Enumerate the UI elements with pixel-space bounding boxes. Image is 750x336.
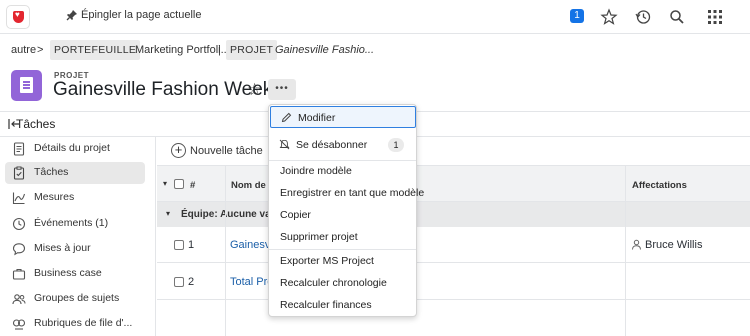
sidebar-item-project-details[interactable]: Détails du projet xyxy=(5,138,145,160)
column-header-number[interactable]: # xyxy=(190,180,195,191)
row-checkbox[interactable] xyxy=(174,277,184,287)
column-header-name[interactable]: Nom de l xyxy=(231,180,271,191)
menu-item-unsubscribe[interactable]: Se désabonner 1 xyxy=(269,134,416,156)
sidebar-item-label: Business case xyxy=(34,267,102,279)
tasks-bar-label: Tâches xyxy=(16,117,56,131)
sidebar-item-tasks[interactable]: Tâches xyxy=(5,162,145,184)
expand-caret-icon[interactable]: ▾ xyxy=(163,179,167,188)
clock-icon xyxy=(12,217,26,231)
column-header-assignments[interactable]: Affectations xyxy=(632,180,687,191)
favorite-star-icon[interactable]: ☆ xyxy=(247,80,262,100)
group-collapse-icon[interactable]: ▾ xyxy=(166,209,170,218)
menu-item-recalculate-finances[interactable]: Recalculer finances xyxy=(269,294,416,316)
document-icon xyxy=(13,142,25,156)
sidebar-item-label: Mises à jour xyxy=(34,242,91,254)
group-row[interactable]: ▾ Équipe: Aucune vale xyxy=(157,202,750,227)
top-bar: Épingler la page actuelle 1 xyxy=(0,0,750,34)
more-actions-menu: Modifier Se désabonner 1 Joindre modèle … xyxy=(268,104,424,317)
pin-label: Épingler la page actuelle xyxy=(81,9,202,21)
group-label: Équipe: Aucune vale xyxy=(181,209,279,220)
sidebar-item-events[interactable]: Événements (1) xyxy=(5,213,145,235)
table-header: ▾ # Nom de l Affectations xyxy=(157,165,750,202)
sidebar-item-metrics[interactable]: Mesures xyxy=(5,187,145,209)
menu-item-edit[interactable]: Modifier xyxy=(270,106,416,128)
queue-icon xyxy=(12,319,26,330)
table-row[interactable]: 1 Gainesvil Bruce Willis xyxy=(157,227,750,263)
portfolio-tag: PORTEFEUILLE xyxy=(50,40,141,60)
pin-icon xyxy=(66,10,77,21)
chart-icon xyxy=(12,192,26,205)
subscriber-count-badge: 1 xyxy=(388,138,404,152)
portfolio-link[interactable]: Marketing Portfoli... xyxy=(135,40,230,60)
row-number: 1 xyxy=(188,239,195,251)
menu-item-label: Modifier xyxy=(298,112,336,124)
row-checkbox[interactable] xyxy=(174,240,184,250)
new-task-label: Nouvelle tâche xyxy=(190,144,263,157)
menu-item-attach-template[interactable]: Joindre modèle xyxy=(269,160,416,182)
assignee-name[interactable]: Bruce Willis xyxy=(645,239,702,251)
sidebar-item-business-case[interactable]: Business case xyxy=(5,263,145,285)
pin-page-button[interactable]: Épingler la page actuelle xyxy=(66,9,201,21)
sidebar-item-topic-groups[interactable]: Groupes de sujets xyxy=(5,288,145,310)
table-row[interactable]: 2 Total Proj xyxy=(157,264,750,300)
menu-item-export-ms-project[interactable]: Exporter MS Project xyxy=(269,250,416,272)
project-tag: PROJET xyxy=(226,40,278,60)
sidebar-item-updates[interactable]: Mises à jour xyxy=(5,238,145,260)
page-title: Gainesville Fashion Week xyxy=(53,79,273,100)
column-divider xyxy=(625,165,626,336)
clipboard-icon xyxy=(13,166,25,180)
project-icon xyxy=(11,70,42,101)
breadcrumb-divider: | xyxy=(218,44,221,56)
user-icon xyxy=(632,239,641,250)
menu-item-save-as-template[interactable]: Enregistrer en tant que modèle xyxy=(269,182,424,204)
briefcase-icon xyxy=(12,268,26,280)
task-list-panel: + Nouvelle tâche ▾ # Nom de l Affectatio… xyxy=(157,137,750,336)
plus-circle-icon: + xyxy=(171,143,186,158)
menu-item-recalculate-timeline[interactable]: Recalculer chronologie xyxy=(269,272,416,294)
star-icon[interactable] xyxy=(600,8,618,26)
select-all-checkbox[interactable] xyxy=(174,179,184,189)
history-icon[interactable] xyxy=(634,8,652,26)
breadcrumb-separator: > xyxy=(37,44,44,56)
sidebar-item-label: Tâches xyxy=(34,166,69,178)
app-logo-icon[interactable] xyxy=(6,5,30,29)
sidebar-item-label: Groupes de sujets xyxy=(34,292,120,304)
search-icon[interactable] xyxy=(668,8,686,26)
breadcrumb-root[interactable]: autre xyxy=(11,40,36,60)
sidebar-item-queue-topics[interactable]: Rubriques de file d'... xyxy=(5,313,145,335)
menu-item-label: Se désabonner xyxy=(296,139,368,151)
row-number: 2 xyxy=(188,276,195,288)
chat-icon xyxy=(12,243,26,256)
column-divider xyxy=(225,165,226,336)
new-task-button[interactable]: + Nouvelle tâche xyxy=(171,143,263,158)
sidebar: Détails du projet Tâches Mesures Événeme… xyxy=(0,137,156,336)
sidebar-item-label: Événements (1) xyxy=(34,217,109,229)
notification-badge[interactable]: 1 xyxy=(570,9,584,23)
project-link[interactable]: Gainesville Fashio... xyxy=(275,40,374,60)
pencil-icon xyxy=(281,112,292,123)
more-actions-button[interactable]: ••• xyxy=(268,79,296,100)
sidebar-item-label: Détails du projet xyxy=(34,142,110,154)
people-icon xyxy=(12,294,26,305)
menu-item-copy[interactable]: Copier xyxy=(269,204,416,226)
bell-icon xyxy=(279,139,290,150)
sidebar-item-label: Mesures xyxy=(34,191,75,203)
menu-item-delete-project[interactable]: Supprimer projet xyxy=(269,226,416,248)
apps-grid-icon[interactable] xyxy=(706,8,724,26)
sidebar-item-label: Rubriques de file d'... xyxy=(34,317,133,329)
